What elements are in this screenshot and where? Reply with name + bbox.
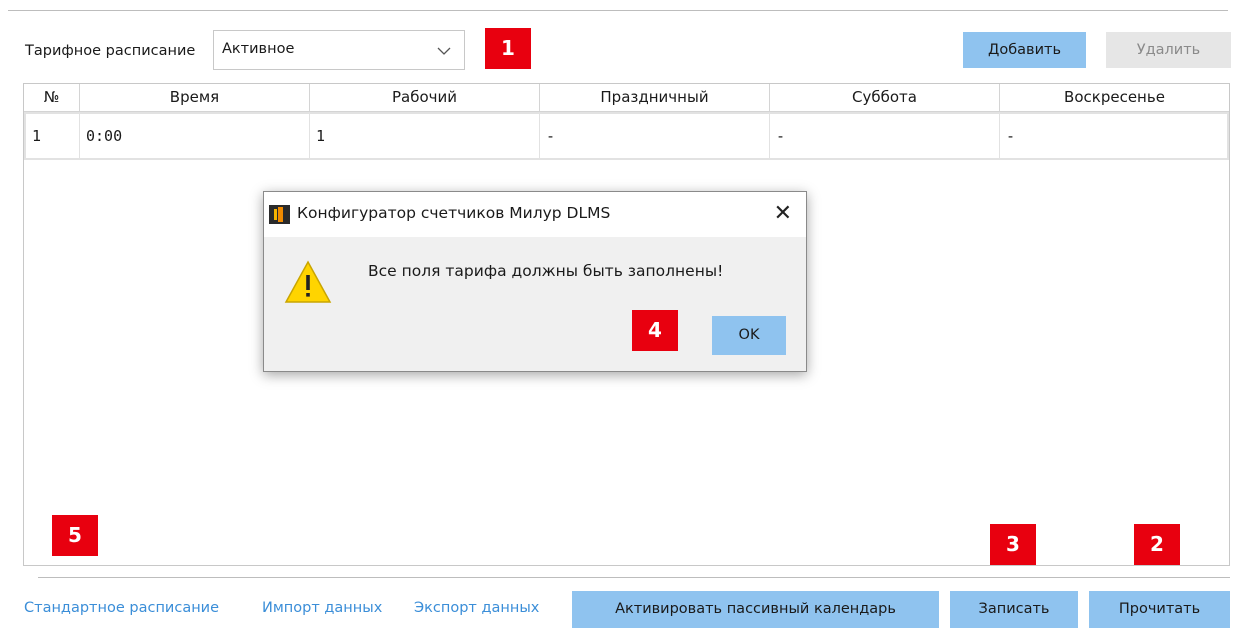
read-button[interactable]: Прочитать [1089,591,1230,628]
write-button[interactable]: Записать [950,591,1078,628]
app-logo-icon [269,205,290,224]
schedule-select[interactable]: Активное [213,30,465,70]
cell-time[interactable]: 0:00 [80,114,310,158]
warning-icon [284,260,332,303]
import-data-link[interactable]: Импорт данных [262,600,382,616]
annotation-badge-4: 4 [632,310,678,351]
column-header-holiday[interactable]: Праздничный [540,84,770,111]
table-row[interactable]: 1 0:00 1 - - - [24,112,1229,160]
ok-button[interactable]: OK [712,316,786,355]
cell-number[interactable]: 1 [26,114,80,158]
schedule-label: Тарифное расписание [25,43,196,59]
dialog-titlebar[interactable]: Конфигуратор счетчиков Милур DLMS ✕ [264,192,806,237]
add-button[interactable]: Добавить [963,32,1086,68]
column-header-sunday[interactable]: Воскресенье [1000,84,1229,111]
table-header: № Время Рабочий Праздничный Суббота Воск… [24,84,1229,112]
chevron-down-icon [437,47,451,55]
standard-schedule-link[interactable]: Стандартное расписание [24,600,219,616]
delete-button[interactable]: Удалить [1106,32,1231,68]
annotation-badge-5: 5 [52,515,98,556]
column-header-workday[interactable]: Рабочий [310,84,540,111]
message-dialog: Конфигуратор счетчиков Милур DLMS ✕ Все … [263,191,807,372]
close-icon[interactable]: ✕ [774,201,792,226]
dialog-title: Конфигуратор счетчиков Милур DLMS [297,204,611,222]
column-header-time[interactable]: Время [80,84,310,111]
annotation-badge-3: 3 [990,524,1036,565]
export-data-link[interactable]: Экспорт данных [414,600,539,616]
cell-saturday[interactable]: - [770,114,1000,158]
activate-passive-calendar-button[interactable]: Активировать пассивный календарь [572,591,939,628]
dialog-message: Все поля тарифа должны быть заполнены! [368,262,724,280]
cell-sunday[interactable]: - [1000,114,1227,158]
schedule-select-value: Активное [222,41,295,57]
cell-workday[interactable]: 1 [310,114,540,158]
column-header-number[interactable]: № [24,84,80,111]
cell-holiday[interactable]: - [540,114,770,158]
column-header-saturday[interactable]: Суббота [770,84,1000,111]
bottom-divider [38,577,1230,578]
top-divider [8,10,1228,11]
annotation-badge-2: 2 [1134,524,1180,565]
annotation-badge-1: 1 [485,28,531,69]
